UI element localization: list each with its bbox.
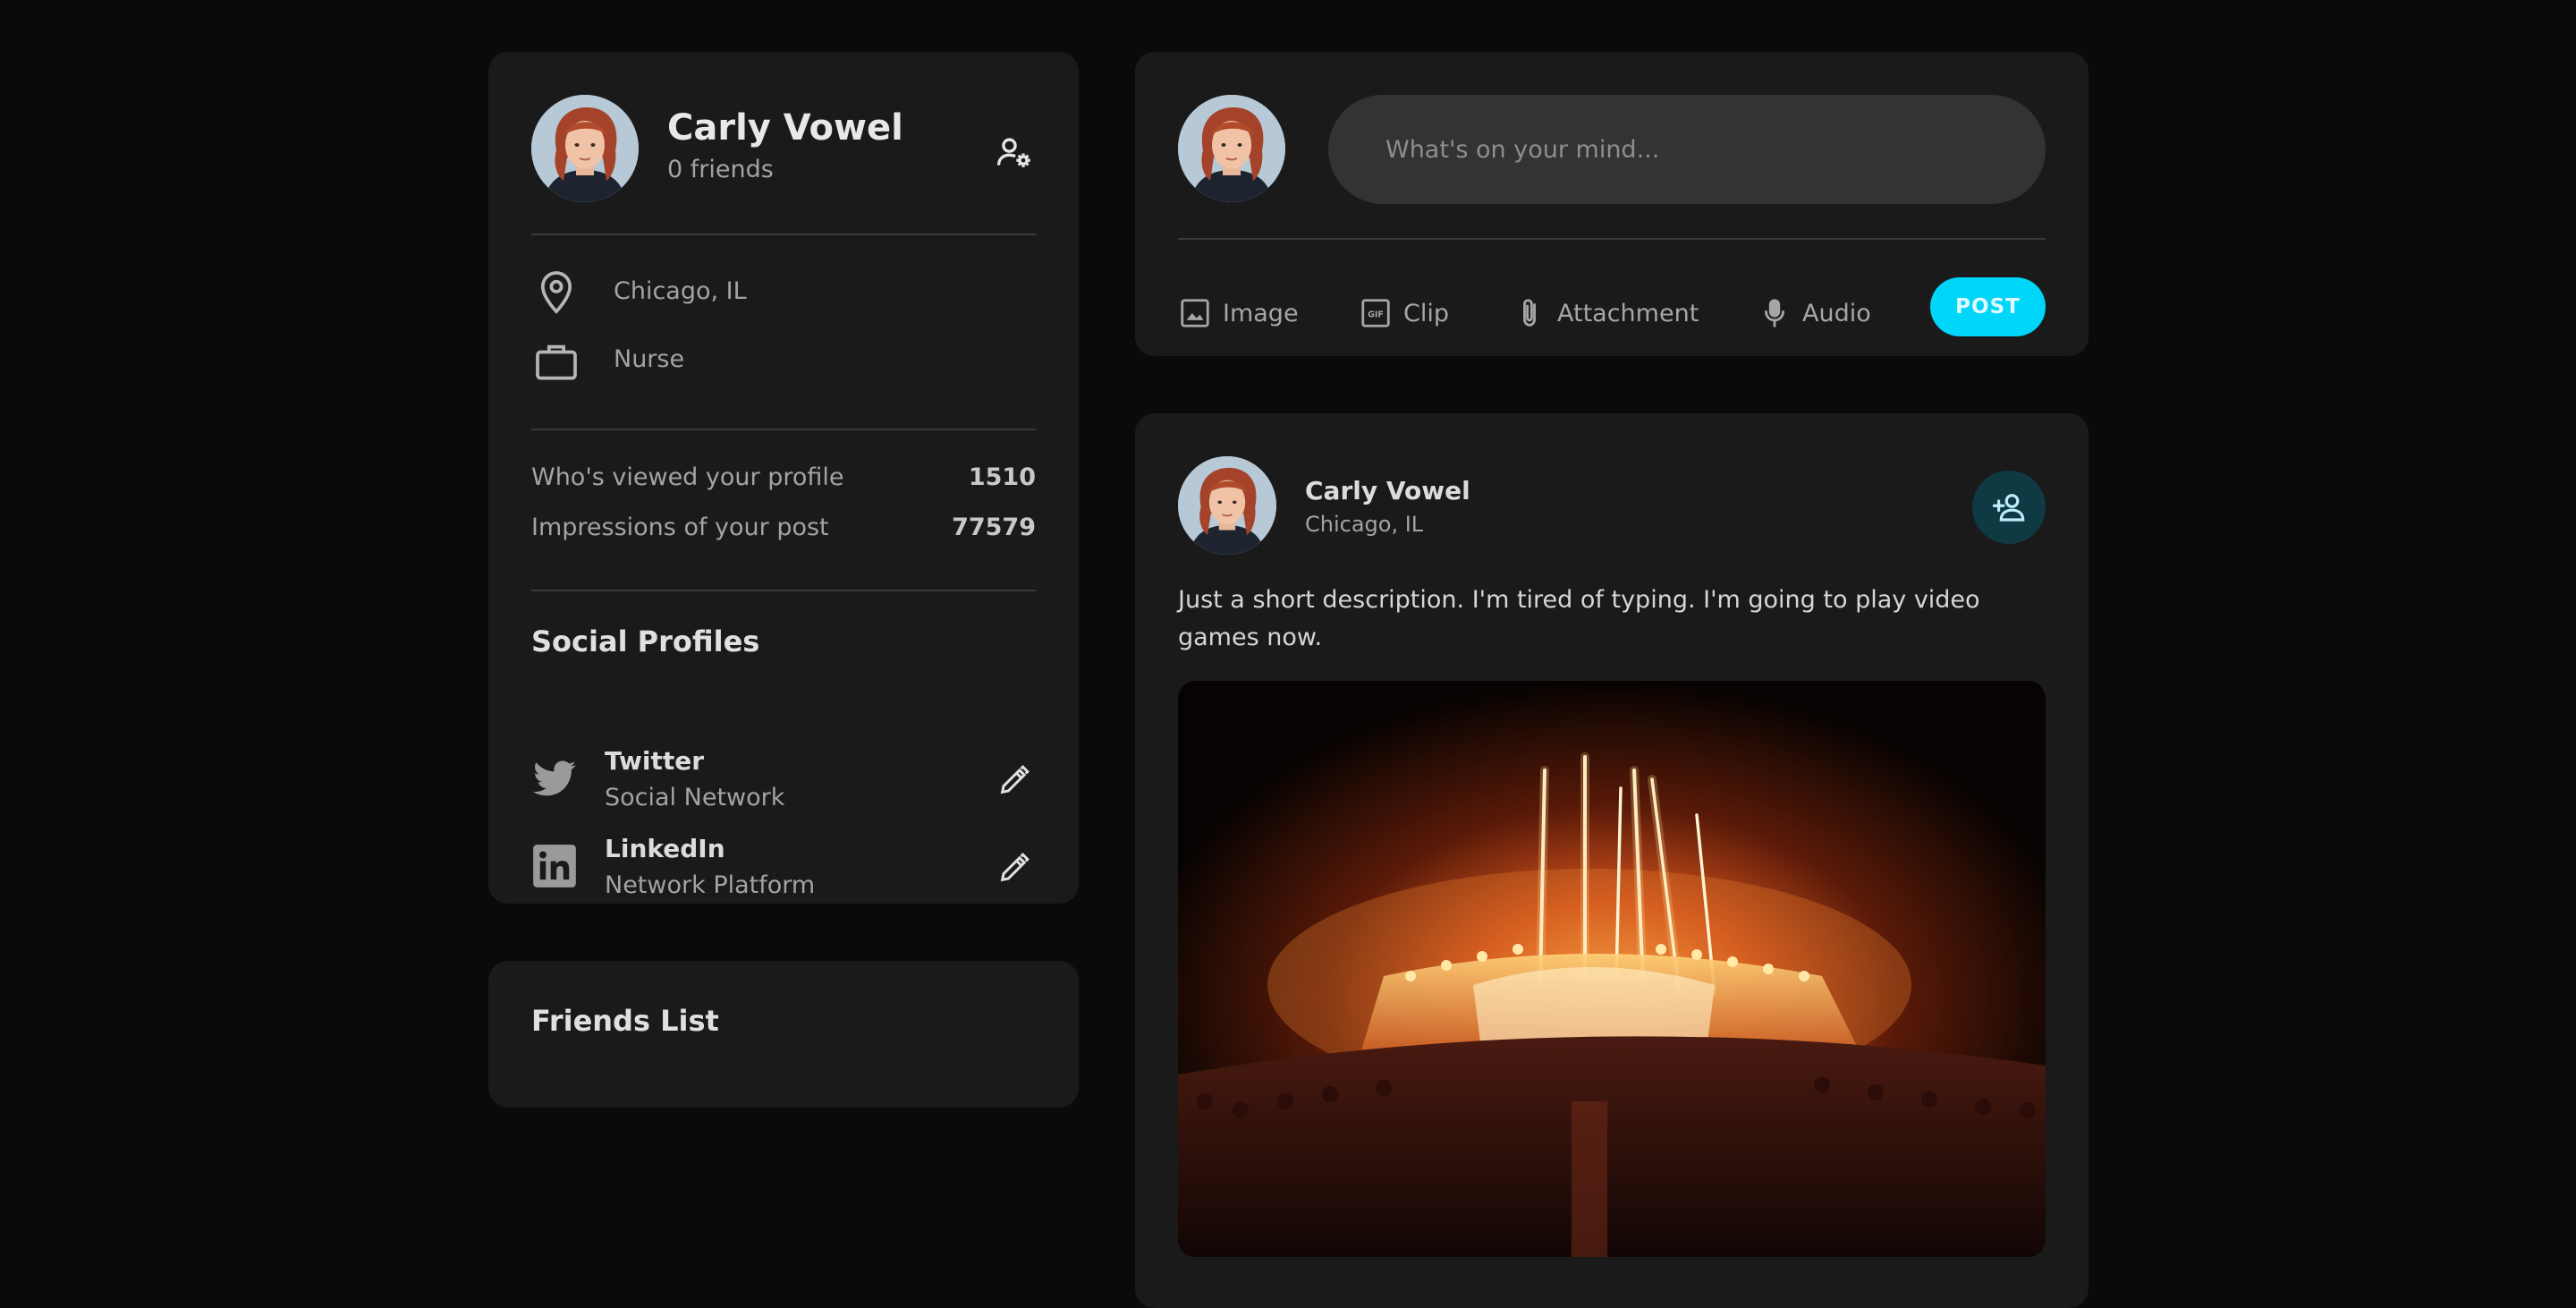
social-twitter-name[interactable]: Twitter — [605, 746, 704, 776]
profile-views-label: Who's viewed your profile — [531, 463, 844, 491]
person-add-icon — [1992, 494, 2025, 522]
twitter-icon — [531, 755, 578, 802]
add-image-label: Image — [1223, 299, 1299, 327]
profile-avatar[interactable] — [531, 95, 639, 202]
add-attachment-label: Attachment — [1557, 299, 1699, 327]
post-image[interactable] — [1178, 681, 2046, 1257]
profile-card: Carly Vowel 0 friends Chicago, IL Nurse … — [488, 52, 1079, 904]
social-profiles-heading: Social Profiles — [531, 624, 760, 658]
divider — [1178, 238, 2046, 240]
post-impressions-value: 77579 — [952, 514, 1036, 541]
edit-linkedin-icon[interactable] — [996, 850, 1032, 886]
manage-account-icon[interactable] — [995, 132, 1034, 172]
microphone-icon — [1765, 299, 1784, 327]
edit-twitter-icon[interactable] — [996, 762, 1032, 798]
add-clip-label: Clip — [1403, 299, 1449, 327]
friends-list-card: Friends List — [488, 961, 1079, 1108]
add-image-button[interactable]: Image — [1178, 286, 1299, 340]
paperclip-icon — [1523, 299, 1536, 327]
post-button[interactable]: POST — [1930, 277, 2046, 336]
friends-list-heading: Friends List — [531, 1004, 719, 1038]
briefcase-icon — [531, 336, 581, 386]
add-audio-button[interactable]: Audio — [1758, 286, 1871, 340]
post-description: Just a short description. I'm tired of t… — [1178, 586, 1980, 651]
profile-friends-count: 0 friends — [667, 156, 774, 183]
post-card: Carly Vowel Chicago, IL Just a short des… — [1135, 413, 2089, 1308]
social-twitter-type: Social Network — [605, 784, 785, 811]
location-pin-icon — [531, 267, 581, 317]
social-linkedin-type: Network Platform — [605, 871, 816, 899]
image-icon — [1181, 299, 1209, 327]
add-audio-label: Audio — [1802, 299, 1871, 327]
gif-icon: GIF — [1361, 299, 1390, 327]
composer-avatar[interactable] — [1178, 95, 1285, 202]
profile-occupation: Nurse — [614, 345, 685, 373]
post-input[interactable]: What's on your mind... — [1328, 95, 2046, 204]
divider — [531, 234, 1036, 235]
post-author-name[interactable]: Carly Vowel — [1305, 476, 1470, 505]
linkedin-icon — [531, 843, 578, 889]
add-clip-button[interactable]: GIF Clip — [1359, 286, 1449, 340]
divider — [531, 590, 1036, 591]
social-linkedin-name[interactable]: LinkedIn — [605, 834, 725, 863]
profile-name[interactable]: Carly Vowel — [667, 107, 903, 149]
post-author-avatar[interactable] — [1178, 456, 1276, 555]
add-attachment-button[interactable]: Attachment — [1513, 286, 1699, 340]
add-friend-button[interactable] — [1972, 471, 2046, 544]
divider — [531, 429, 1036, 430]
post-author-location: Chicago, IL — [1305, 512, 1424, 537]
post-composer-card: What's on your mind... Image GIF Clip At… — [1135, 52, 2089, 356]
profile-location: Chicago, IL — [614, 277, 747, 305]
svg-text:GIF: GIF — [1368, 310, 1384, 319]
post-impressions-label: Impressions of your post — [531, 514, 829, 541]
profile-views-value: 1510 — [968, 463, 1036, 491]
